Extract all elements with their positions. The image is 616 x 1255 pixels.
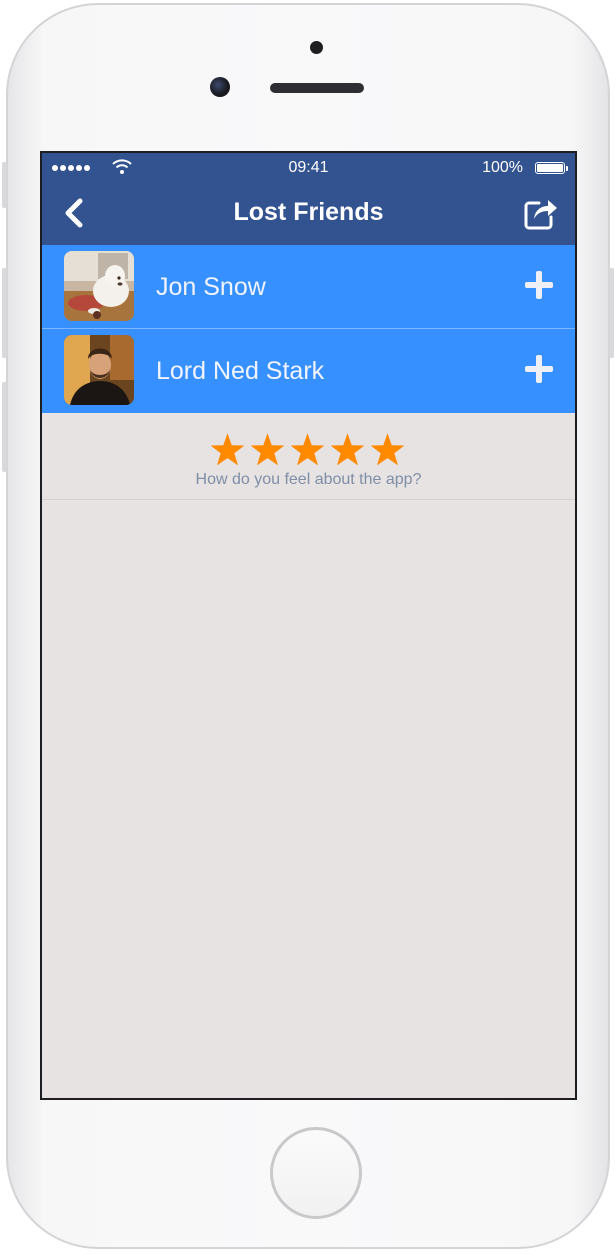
friend-name: Jon Snow [156, 273, 266, 301]
star-icon[interactable] [330, 433, 365, 467]
battery-percentage: 100% [482, 159, 523, 176]
power-button[interactable] [609, 268, 614, 358]
sensor-dot [310, 41, 323, 54]
rating-prompt: How do you feel about the app? [195, 471, 422, 488]
avatar [64, 335, 134, 405]
battery-icon [535, 162, 568, 174]
add-friend-button[interactable] [525, 355, 553, 383]
list-item[interactable]: Lord Ned Stark [42, 329, 575, 413]
home-button[interactable] [270, 1127, 362, 1219]
star-icon[interactable] [210, 433, 245, 467]
avatar [64, 251, 134, 321]
star-icon[interactable] [370, 433, 405, 467]
star-rating[interactable] [210, 433, 405, 467]
earpiece-speaker [270, 83, 364, 93]
friends-list: Jon Snow Lord Ned Stark [42, 245, 575, 413]
star-icon[interactable] [290, 433, 325, 467]
navigation-bar: 09:41 100% Lost Friends [42, 153, 575, 245]
volume-down-button[interactable] [2, 382, 7, 472]
silent-switch[interactable] [2, 162, 7, 208]
front-camera-icon [210, 77, 230, 97]
status-bar: 09:41 100% [42, 153, 575, 183]
page-title: Lost Friends [233, 198, 384, 226]
screen: 09:41 100% Lost Friends Jon Snow Lord Ne… [40, 151, 577, 1100]
star-icon[interactable] [250, 433, 285, 467]
list-item[interactable]: Jon Snow [42, 245, 575, 329]
friend-name: Lord Ned Stark [156, 357, 325, 385]
volume-up-button[interactable] [2, 268, 7, 358]
add-friend-button[interactable] [525, 271, 553, 299]
share-icon[interactable] [523, 195, 559, 231]
